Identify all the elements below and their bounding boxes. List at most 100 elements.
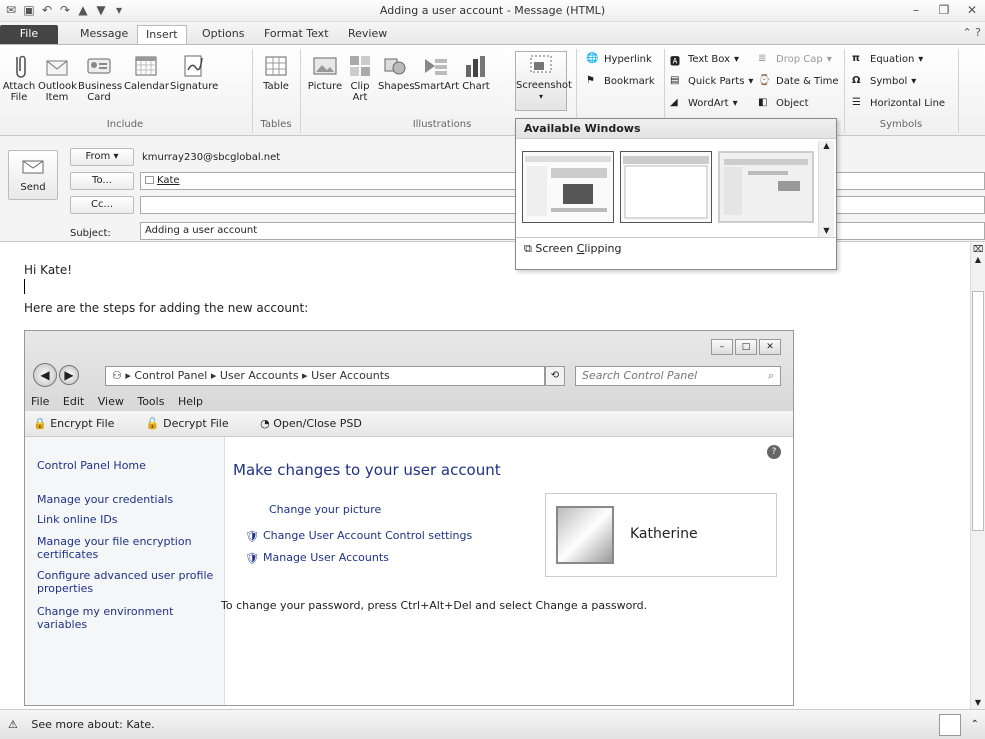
text-cursor (24, 279, 25, 294)
subject-label: Subject: (70, 228, 111, 239)
dropdown-scrollbar[interactable]: ▲ ▼ (818, 141, 834, 237)
expand-people-pane-icon[interactable]: ⌃ (971, 710, 979, 739)
scroll-down-arrow[interactable]: ▼ (971, 698, 985, 707)
shapes-button[interactable]: Shapes (378, 53, 415, 92)
envelope-icon (46, 60, 68, 76)
screenshot-dropdown-arrow: ▾ (538, 92, 543, 101)
text-box-icon: 🅰 (670, 57, 680, 68)
group-separator (300, 49, 301, 133)
screenshot-dropdown: Available Windows ▲ ▼ ⧉ Screen Clipping (515, 118, 837, 270)
quick-parts-button[interactable]: ▤ Quick Parts ▾ (670, 75, 753, 87)
cp-heading: Make changes to your user account (233, 461, 501, 479)
symbol-button[interactable]: Ω Symbol ▾ (852, 75, 916, 87)
screen-clipping-item[interactable]: ⧉ Screen Clipping (516, 237, 836, 259)
embedded-screenshot[interactable]: – □ ✕ ◀ ▶ ⚇ ▸ Control Panel ▸ User Accou… (24, 330, 794, 706)
bookmark-button[interactable]: ⚑ Bookmark (586, 75, 655, 87)
scroll-thumb[interactable] (972, 291, 984, 531)
horizontal-line-icon: ☰ (852, 97, 861, 108)
object-button[interactable]: ◧ Object (758, 97, 809, 109)
encrypt-file-item: 🔒 Encrypt File (33, 417, 115, 430)
tab-format-text[interactable]: Format Text (256, 25, 337, 44)
window-title: Adding a user account - Message (HTML) (379, 4, 606, 17)
table-button[interactable]: Table (258, 53, 294, 92)
scroll-up-arrow[interactable]: ▲ (971, 255, 985, 264)
cc-button[interactable]: Cc... (70, 196, 134, 214)
tab-message[interactable]: Message (72, 25, 136, 44)
open-close-psd-item: ◔ Open/Close PSD (260, 417, 362, 430)
username: Katherine (630, 526, 698, 542)
dd-scroll-down[interactable]: ▼ (819, 226, 834, 235)
quick-parts-icon: ▤ (670, 75, 680, 86)
group-label-symbols: Symbols (879, 119, 923, 130)
drop-cap-icon: ≣ (758, 53, 767, 64)
chart-button[interactable]: Chart (460, 53, 492, 92)
wordart-button[interactable]: ◢ WordArt ▾ (670, 97, 738, 109)
tab-file[interactable]: File (0, 25, 58, 44)
paperclip-icon (16, 55, 26, 78)
hyperlink-globe-icon: 🌐 (586, 53, 599, 64)
drop-cap-button[interactable]: ≣ Drop Cap ▾ (758, 53, 832, 65)
magnifier-icon: ⌕ (767, 369, 774, 382)
cp-link: Manage your credentials (37, 493, 174, 506)
window-thumbnail[interactable] (718, 151, 814, 223)
people-pane-avatar[interactable] (939, 714, 961, 736)
greeting-text: Hi Kate! (24, 263, 73, 277)
recipient-kate[interactable]: Kate (157, 175, 180, 186)
close-button[interactable]: ✕ (963, 2, 981, 18)
from-button[interactable]: From ▾ (70, 148, 134, 166)
horizontal-line-button[interactable]: ☰ Horizontal Line (852, 97, 945, 109)
tab-options[interactable]: Options (194, 25, 252, 44)
group-separator (844, 49, 845, 133)
tab-insert[interactable]: Insert (137, 25, 187, 44)
group-label-tables: Tables (260, 119, 292, 130)
hyperlink-button[interactable]: 🌐 Hyperlink (586, 53, 652, 65)
attach-file-button[interactable]: Attach File (2, 53, 36, 103)
object-icon: ◧ (758, 97, 768, 108)
table-icon (265, 56, 287, 76)
tab-review[interactable]: Review (340, 25, 395, 44)
cp-window-frame: – □ ✕ ◀ ▶ ⚇ ▸ Control Panel ▸ User Accou… (25, 331, 793, 411)
outlook-item-button[interactable]: Outlook Item (38, 53, 77, 103)
calendar-icon (135, 56, 157, 76)
date-time-button[interactable]: ⌚ Date & Time (758, 75, 839, 87)
business-card-icon (87, 58, 111, 74)
shield-icon: 🛡 (245, 551, 259, 565)
screenshot-button[interactable]: Screenshot ▾ (515, 51, 572, 111)
steps-text: Here are the steps for adding the new ac… (24, 301, 309, 315)
cp-action: 🛡 Change User Account Control settings (245, 529, 473, 543)
ruler-icon[interactable]: ⌧ (971, 245, 985, 255)
minimize-button[interactable]: – (907, 2, 925, 18)
users-icon: ⚇ (112, 369, 122, 382)
help-icon[interactable]: ? (975, 26, 981, 39)
window-thumbnail[interactable] (522, 151, 614, 223)
business-card-button[interactable]: Business Card (78, 53, 122, 103)
people-pane-text[interactable]: See more about: Kate. (31, 718, 154, 731)
window-thumbnail[interactable] (620, 151, 712, 223)
from-value: kmurray230@sbcglobal.net (142, 152, 281, 163)
dd-scroll-up[interactable]: ▲ (819, 141, 834, 150)
group-separator (958, 49, 959, 133)
status-bar: ⚠ See more about: Kate. ⌃ (0, 709, 985, 739)
calendar-button[interactable]: Calendar (124, 53, 169, 92)
signature-button[interactable]: Signature (170, 53, 218, 92)
restore-button[interactable]: ❐ (935, 2, 953, 18)
equation-button[interactable]: π Equation ▾ (852, 53, 923, 65)
warning-icon: ⚠ (8, 718, 18, 731)
forward-arrow-icon: ▶ (59, 365, 79, 385)
clip-art-button[interactable]: Clip Art (346, 53, 374, 103)
smartart-button[interactable]: SmartArt (414, 53, 459, 92)
picture-button[interactable]: Picture (306, 53, 344, 92)
cp-search-box: Search Control Panel ⌕ (575, 366, 781, 386)
date-time-icon: ⌚ (758, 75, 771, 86)
vertical-scrollbar[interactable]: ⌧ ▲ ▼ (970, 243, 985, 709)
screen-clipping-icon: ⧉ (524, 242, 532, 255)
text-box-button[interactable]: 🅰 Text Box ▾ (670, 53, 739, 69)
ribbon: Attach File Outlook Item Business Card C… (0, 44, 985, 136)
collapse-ribbon-icon[interactable]: ⌃ (962, 26, 971, 39)
cp-menubar: File Edit View Tools Help (31, 395, 204, 408)
group-separator (252, 49, 253, 133)
cp-left-panel: Control Panel Home Manage your credentia… (25, 437, 225, 705)
to-button[interactable]: To... (70, 172, 134, 190)
send-button[interactable]: Send (8, 150, 58, 200)
cp-address-bar: ⚇ ▸ Control Panel ▸ User Accounts ▸ User… (105, 366, 545, 386)
